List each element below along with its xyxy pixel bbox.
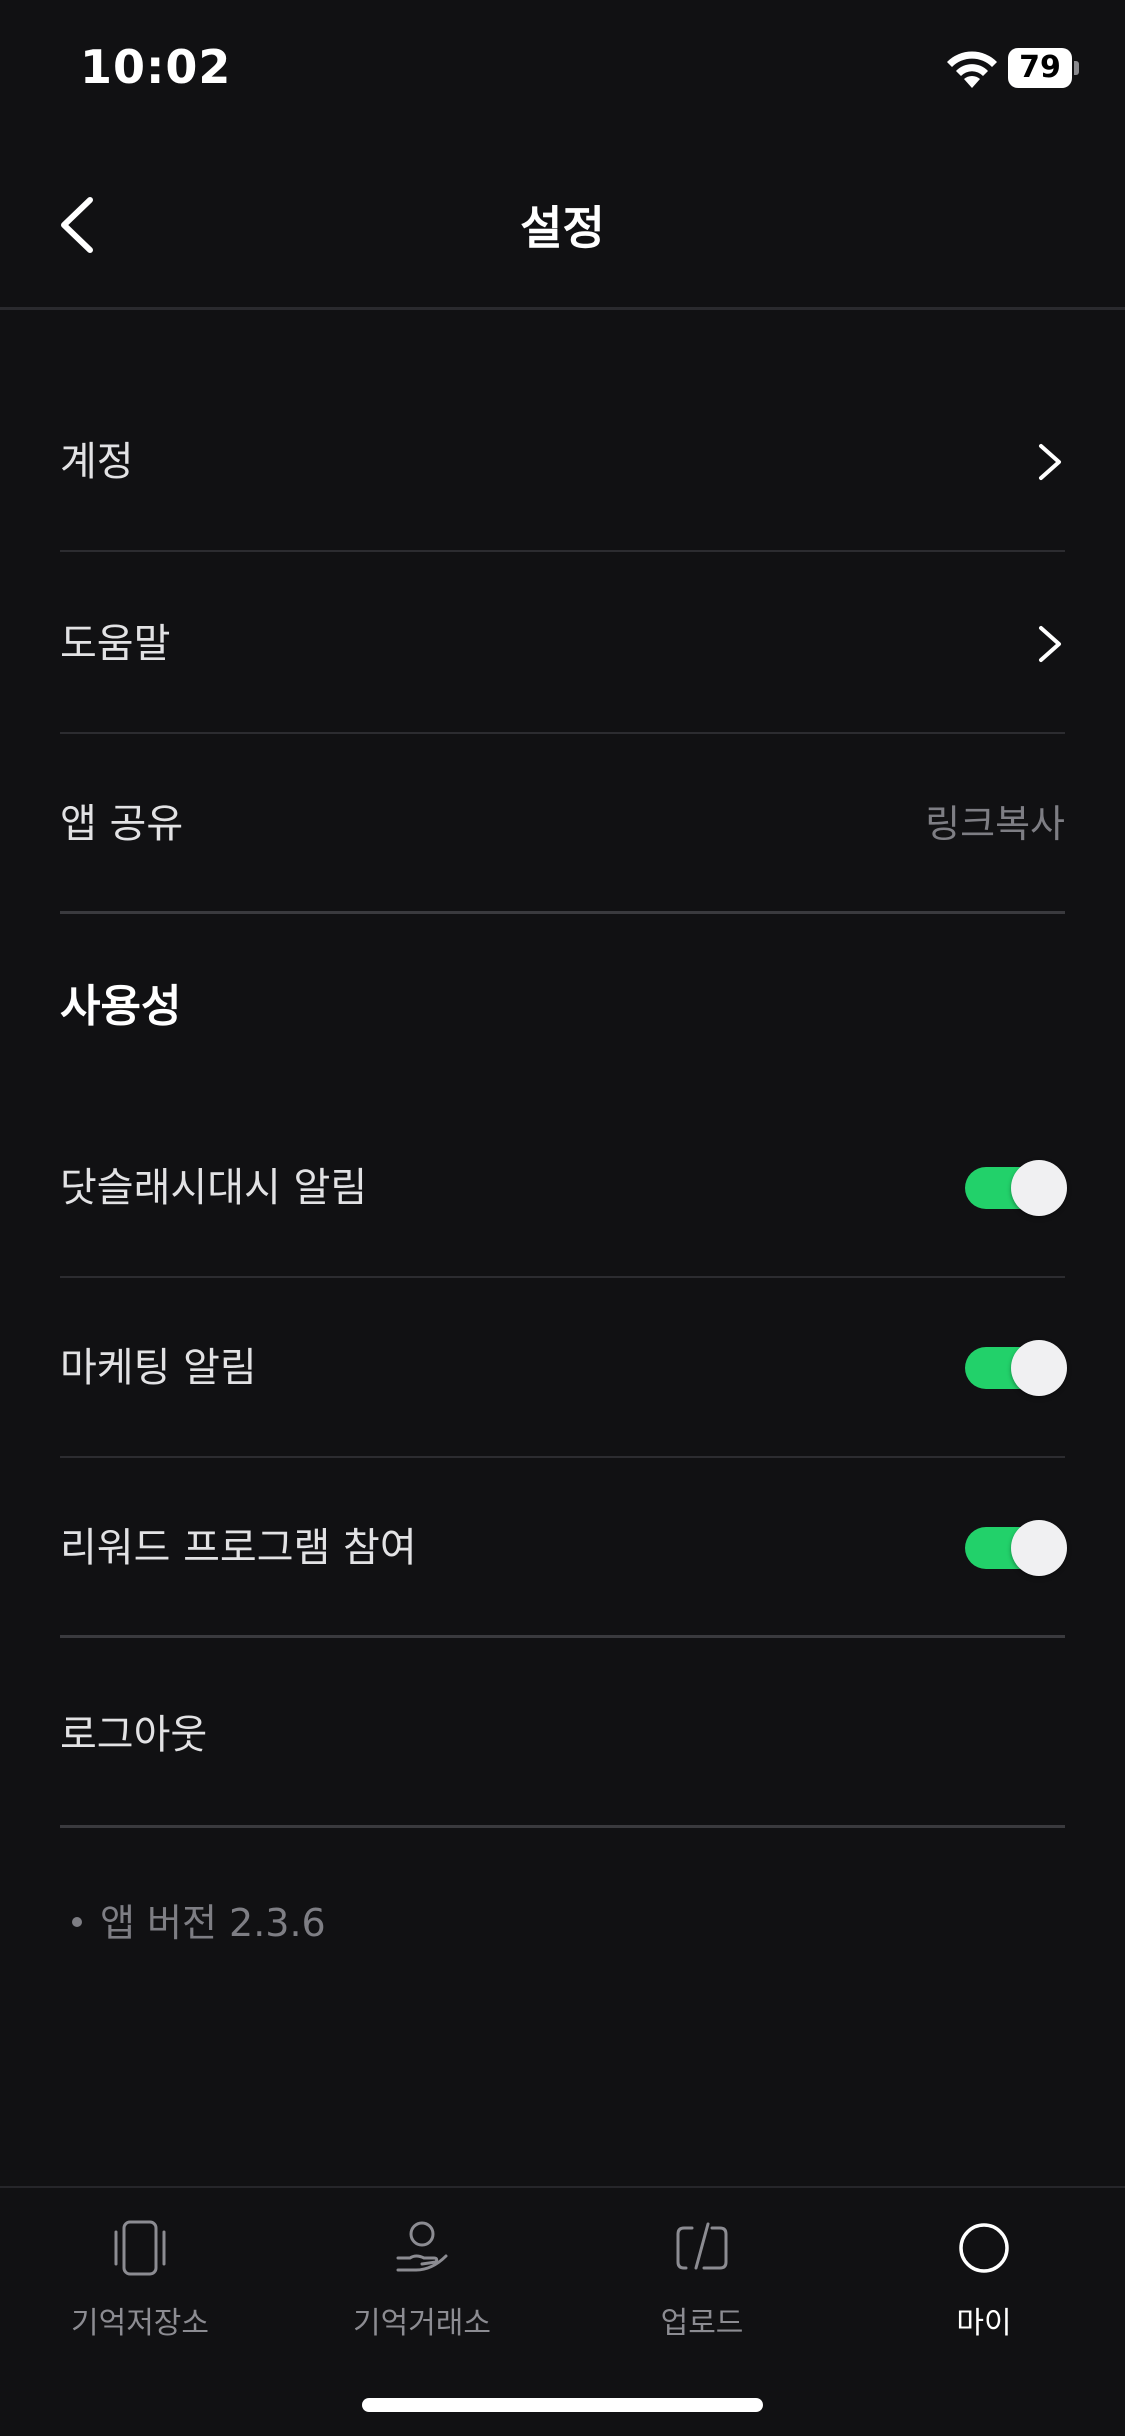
status-bar: 10:02 79	[0, 0, 1125, 140]
marketing-notification-toggle[interactable]	[965, 1340, 1067, 1396]
service-notification-toggle[interactable]	[965, 1160, 1067, 1216]
tab-label: 업로드	[660, 2306, 744, 2341]
settings-row-marketing-notification: 마케팅 알림	[60, 1278, 1067, 1458]
upload-slash-icon	[676, 2222, 728, 2270]
bullet-dot	[72, 1916, 82, 1927]
logout-label: 로그아웃	[60, 1712, 208, 1758]
tab-label: 마이	[956, 2306, 1012, 2341]
copy-link-button[interactable]: 링크복사	[925, 734, 1065, 914]
row-label-marketing-notification: 마케팅 알림	[60, 1345, 257, 1391]
chevron-right-icon	[1039, 444, 1061, 480]
row-label-share-app: 앱 공유	[60, 801, 184, 847]
row-label-reward-program: 리워드 프로그램 참여	[60, 1525, 417, 1571]
wifi-icon	[947, 51, 997, 88]
settings-row-account[interactable]: 계정	[60, 372, 1065, 552]
tab-my[interactable]: 마이	[844, 2218, 1124, 2358]
row-label-service-notification: 닷슬래시대시 알림	[60, 1165, 368, 1211]
nav-bar: 설정	[0, 140, 1125, 310]
chevron-right-icon	[1039, 626, 1061, 662]
circle-icon	[959, 2223, 1009, 2273]
row-label-help: 도움말	[60, 621, 171, 667]
section-title-usability: 사용성	[60, 981, 182, 1032]
settings-row-reward-program: 리워드 프로그램 참여	[60, 1458, 1067, 1638]
reward-program-toggle[interactable]	[965, 1520, 1067, 1576]
app-version-text: 앱 버전 2.3.6	[100, 1901, 326, 1945]
settings-row-help[interactable]: 도움말	[60, 554, 1065, 734]
battery-icon: 79	[1008, 48, 1079, 88]
row-label-account: 계정	[60, 439, 134, 485]
home-indicator	[362, 2398, 763, 2412]
status-time: 10:02	[80, 40, 232, 94]
page-title: 설정	[520, 201, 605, 255]
settings-row-share-app: 앱 공유 링크복사	[60, 734, 1065, 914]
tab-label: 기억거래소	[353, 2306, 491, 2341]
tab-label: 기억저장소	[71, 2306, 209, 2341]
battery-level: 79	[1019, 50, 1061, 85]
settings-row-service-notification: 닷슬래시대시 알림	[60, 1098, 1067, 1278]
tab-upload[interactable]: 업로드	[562, 2218, 842, 2358]
logout-button[interactable]: 로그아웃	[60, 1642, 1065, 1828]
app-version: 앱 버전 2.3.6	[72, 1892, 326, 1947]
phone-frame-icon	[114, 2220, 166, 2276]
tab-memory-exchange[interactable]: 기억거래소	[282, 2218, 562, 2358]
tab-memory-storage[interactable]: 기억저장소	[0, 2218, 280, 2358]
hand-person-icon	[396, 2221, 448, 2272]
